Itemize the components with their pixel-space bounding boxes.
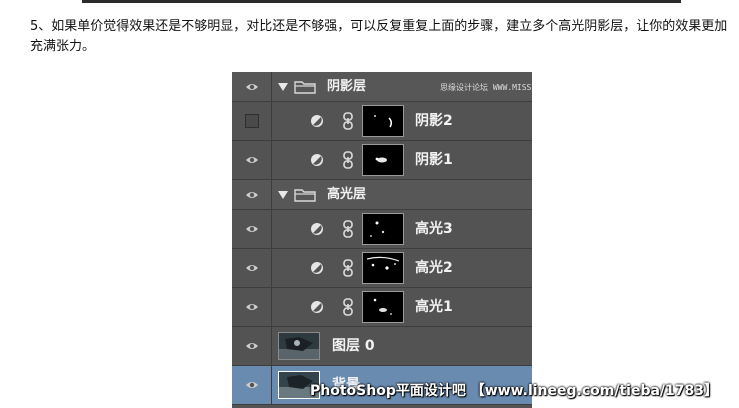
layer-group-label: 阴影层 bbox=[327, 78, 367, 94]
adjustment-circle-icon bbox=[311, 301, 323, 313]
watermark-top: 思缘设计论坛 WWW.MISSYUAN.COM bbox=[440, 83, 532, 92]
layer-group-shadow[interactable]: 阴影层 思缘设计论坛 WWW.MISSYUAN.COM bbox=[232, 72, 532, 102]
layers-panel: 阴影层 思缘设计论坛 WWW.MISSYUAN.COM 阴影2 阴影1 高光层 bbox=[232, 72, 532, 408]
visibility-toggle[interactable] bbox=[232, 141, 272, 179]
layer-label: 高光1 bbox=[415, 299, 453, 315]
eye-icon bbox=[246, 83, 258, 90]
visibility-toggle[interactable] bbox=[232, 288, 272, 326]
layer-mask-thumbnail[interactable] bbox=[362, 144, 404, 176]
visibility-toggle[interactable] bbox=[232, 327, 272, 365]
visibility-toggle[interactable] bbox=[232, 102, 272, 140]
eye-icon bbox=[246, 226, 258, 232]
eye-icon bbox=[246, 343, 258, 349]
folder-icon bbox=[294, 80, 316, 94]
visibility-toggle[interactable] bbox=[232, 180, 272, 209]
chain-link-icon[interactable] bbox=[342, 220, 354, 238]
layer-shadow-2[interactable]: 阴影2 bbox=[232, 102, 532, 141]
adjustment-circle-icon bbox=[311, 115, 323, 127]
layer-highlight-2[interactable]: 高光2 bbox=[232, 249, 532, 288]
layer-label: 图层 0 bbox=[332, 338, 375, 354]
layer-group-highlight[interactable]: 高光层 bbox=[232, 180, 532, 210]
triangle-down-icon[interactable] bbox=[278, 82, 288, 91]
layer-mask-thumbnail[interactable] bbox=[362, 213, 404, 245]
adjustment-circle-icon bbox=[311, 154, 323, 166]
visibility-toggle[interactable] bbox=[232, 72, 272, 101]
adjustment-circle-icon bbox=[311, 262, 323, 274]
chain-link-icon[interactable] bbox=[342, 112, 354, 130]
layer-mask-thumbnail[interactable] bbox=[362, 252, 404, 284]
eye-icon bbox=[246, 382, 258, 388]
layer-photo-thumbnail[interactable] bbox=[278, 332, 320, 360]
layer-mask-thumbnail[interactable] bbox=[362, 291, 404, 323]
top-divider-bar bbox=[82, 0, 681, 3]
chain-link-icon[interactable] bbox=[342, 259, 354, 277]
eye-icon bbox=[246, 304, 258, 310]
folder-icon bbox=[294, 188, 316, 202]
eye-icon bbox=[246, 265, 258, 271]
layer-shadow-1[interactable]: 阴影1 bbox=[232, 141, 532, 180]
layer-0[interactable]: 图层 0 bbox=[232, 327, 532, 366]
adjustment-circle-icon bbox=[311, 223, 323, 235]
layer-highlight-1[interactable]: 高光1 bbox=[232, 288, 532, 327]
visibility-toggle[interactable] bbox=[232, 210, 272, 248]
eye-icon bbox=[246, 191, 258, 198]
visibility-off-box[interactable] bbox=[245, 114, 259, 128]
instruction-text: 5、如果单价觉得效果还是不够明显，对比还是不够强，可以反复重复上面的步骤，建立多… bbox=[30, 19, 728, 54]
chain-link-icon[interactable] bbox=[342, 151, 354, 169]
watermark-bottom: PhotoShop平面设计吧 【www.lineeg.com/tieba/178… bbox=[310, 383, 718, 399]
layer-mask-thumbnail[interactable] bbox=[362, 105, 404, 137]
layer-label: 阴影2 bbox=[415, 113, 453, 129]
layer-label: 高光3 bbox=[415, 221, 453, 237]
triangle-down-icon[interactable] bbox=[278, 190, 288, 199]
visibility-toggle[interactable] bbox=[232, 249, 272, 287]
layer-label: 阴影1 bbox=[415, 152, 453, 168]
visibility-toggle[interactable] bbox=[232, 366, 272, 404]
layer-group-label: 高光层 bbox=[327, 186, 367, 202]
chain-link-icon[interactable] bbox=[342, 298, 354, 316]
eye-icon bbox=[246, 157, 258, 163]
layer-label: 高光2 bbox=[415, 260, 453, 276]
layer-highlight-3[interactable]: 高光3 bbox=[232, 210, 532, 249]
